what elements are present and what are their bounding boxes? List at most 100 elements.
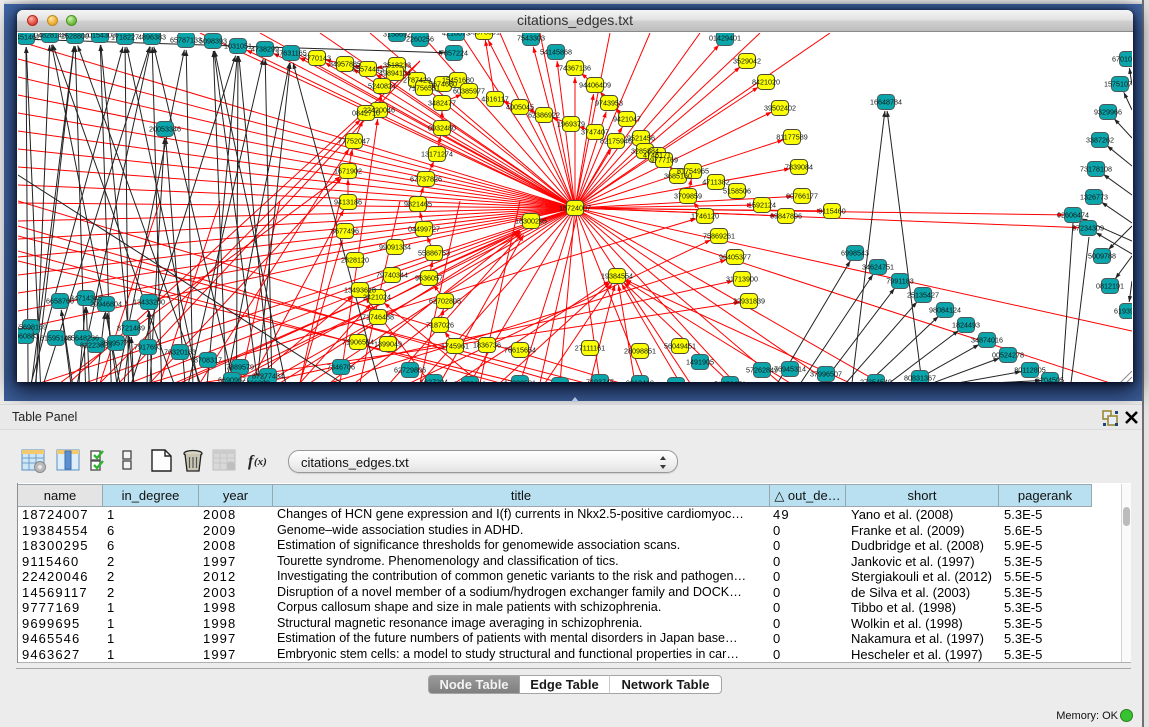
svg-text:0932480: 0932480 bbox=[428, 123, 456, 132]
svg-text:1824493: 1824493 bbox=[952, 320, 980, 329]
svg-text:5009788: 5009788 bbox=[1088, 251, 1116, 260]
svg-text:67737826: 67737826 bbox=[410, 174, 442, 183]
svg-text:9329966: 9329966 bbox=[1094, 107, 1122, 116]
svg-text:3387262: 3387262 bbox=[1086, 135, 1114, 144]
svg-text:(x): (x) bbox=[254, 456, 267, 468]
svg-text:8677496: 8677496 bbox=[331, 226, 359, 235]
svg-text:76945314: 76945314 bbox=[774, 364, 806, 373]
svg-text:54145868: 54145868 bbox=[540, 47, 572, 56]
svg-text:5466889: 5466889 bbox=[242, 378, 270, 382]
svg-text:65787133: 65787133 bbox=[170, 35, 202, 44]
svg-text:18724007: 18724007 bbox=[559, 203, 591, 212]
svg-text:81223623: 81223623 bbox=[80, 340, 112, 349]
svg-text:34874016: 34874016 bbox=[971, 335, 1003, 344]
svg-text:1746120: 1746120 bbox=[691, 211, 719, 220]
svg-text:37631165: 37631165 bbox=[275, 48, 306, 57]
svg-text:04499727: 04499727 bbox=[408, 224, 440, 233]
svg-text:0842710: 0842710 bbox=[352, 108, 380, 117]
svg-text:1326773: 1326773 bbox=[1080, 192, 1108, 201]
svg-text:2421024: 2421024 bbox=[363, 292, 391, 301]
svg-text:73178108: 73178108 bbox=[1080, 164, 1112, 173]
svg-text:13433200: 13433200 bbox=[133, 297, 165, 306]
svg-text:71906594: 71906594 bbox=[342, 337, 374, 346]
svg-text:0812191: 0812191 bbox=[1096, 281, 1124, 290]
svg-text:20053346: 20053346 bbox=[149, 124, 181, 133]
svg-text:53755646: 53755646 bbox=[454, 379, 486, 382]
svg-text:28098851: 28098851 bbox=[624, 346, 656, 355]
svg-text:8708317: 8708317 bbox=[194, 355, 222, 364]
svg-text:9821465: 9821465 bbox=[404, 199, 432, 208]
svg-text:1836736: 1836736 bbox=[473, 340, 501, 349]
svg-text:27111161: 27111161 bbox=[575, 343, 605, 352]
svg-text:9115460: 9115460 bbox=[818, 206, 845, 215]
svg-text:96405377: 96405377 bbox=[719, 252, 751, 261]
svg-text:2328120: 2328120 bbox=[341, 255, 369, 264]
svg-text:15751074: 15751074 bbox=[1104, 79, 1132, 88]
svg-text:32931839: 32931839 bbox=[733, 296, 765, 305]
svg-text:4216073: 4216073 bbox=[442, 33, 470, 37]
svg-text:62702895: 62702895 bbox=[429, 296, 461, 305]
svg-text:4896383: 4896383 bbox=[138, 33, 166, 41]
svg-text:8421020: 8421020 bbox=[752, 77, 780, 86]
svg-text:34714345: 34714345 bbox=[70, 293, 102, 302]
svg-text:02606474: 02606474 bbox=[1057, 210, 1089, 219]
svg-text:6658760: 6658760 bbox=[46, 296, 74, 305]
svg-text:1671902: 1671902 bbox=[334, 166, 362, 175]
svg-text:4060883: 4060883 bbox=[18, 331, 39, 340]
svg-text:9413186: 9413186 bbox=[334, 197, 362, 206]
svg-text:5098393: 5098393 bbox=[199, 36, 227, 45]
svg-text:7346706: 7346706 bbox=[327, 362, 355, 371]
svg-text:98084124: 98084124 bbox=[929, 305, 961, 314]
svg-text:25135427: 25135427 bbox=[907, 290, 939, 299]
svg-text:1718227: 1718227 bbox=[111, 33, 139, 41]
svg-text:00766177: 00766177 bbox=[786, 191, 818, 200]
svg-text:55698169: 55698169 bbox=[18, 322, 47, 331]
svg-text:4316117: 4316117 bbox=[481, 94, 508, 103]
svg-text:86578091: 86578091 bbox=[468, 33, 500, 36]
svg-text:1031051: 1031051 bbox=[224, 41, 252, 50]
svg-text:7889579: 7889579 bbox=[226, 362, 254, 371]
svg-text:77752047: 77752047 bbox=[338, 136, 370, 145]
svg-text:67010651: 67010651 bbox=[1112, 54, 1132, 63]
svg-text:2260256: 2260256 bbox=[406, 34, 434, 43]
svg-text:71746488: 71746488 bbox=[362, 312, 394, 321]
svg-text:31713900: 31713900 bbox=[726, 274, 758, 283]
svg-text:13171274: 13171274 bbox=[421, 149, 453, 158]
svg-text:19384554: 19384554 bbox=[601, 271, 633, 280]
svg-text:9912419: 9912419 bbox=[626, 378, 654, 382]
svg-text:7543303: 7543303 bbox=[517, 33, 545, 42]
svg-text:17080531: 17080531 bbox=[504, 378, 536, 382]
svg-text:55886753: 55886753 bbox=[418, 248, 450, 257]
svg-text:8721489: 8721489 bbox=[117, 323, 145, 332]
svg-text:5158506: 5158506 bbox=[723, 186, 751, 195]
svg-text:1399049: 1399049 bbox=[374, 339, 402, 348]
svg-text:3529042: 3529042 bbox=[733, 56, 761, 65]
svg-text:18300295: 18300295 bbox=[515, 216, 547, 225]
svg-text:0330923: 0330923 bbox=[546, 380, 574, 382]
svg-text:1592124: 1592124 bbox=[748, 200, 776, 209]
svg-text:87234309: 87234309 bbox=[1072, 223, 1104, 232]
svg-text:15451680: 15451680 bbox=[442, 75, 474, 84]
svg-text:34624751: 34624751 bbox=[862, 262, 894, 271]
svg-text:7839084: 7839084 bbox=[785, 162, 813, 171]
svg-text:7187026: 7187026 bbox=[426, 320, 454, 329]
svg-text:76320163: 76320163 bbox=[164, 347, 196, 356]
svg-text:3747407: 3747407 bbox=[581, 127, 609, 136]
svg-text:94406409: 94406409 bbox=[579, 80, 611, 89]
svg-text:75869261: 75869261 bbox=[703, 231, 735, 240]
svg-text:7991183: 7991183 bbox=[886, 276, 913, 285]
svg-text:01429401: 01429401 bbox=[709, 33, 741, 42]
svg-text:4966319: 4966319 bbox=[662, 380, 690, 382]
svg-text:9421047: 9421047 bbox=[613, 114, 641, 123]
svg-text:1745961: 1745961 bbox=[441, 341, 469, 350]
svg-text:1491905: 1491905 bbox=[686, 357, 714, 366]
svg-text:4711382: 4711382 bbox=[702, 177, 729, 186]
svg-text:60385977: 60385977 bbox=[453, 86, 485, 95]
svg-text:69847896: 69847896 bbox=[770, 211, 802, 220]
svg-text:7193745: 7193745 bbox=[586, 377, 614, 382]
svg-text:6204505: 6204505 bbox=[1036, 375, 1064, 382]
svg-text:7917693: 7917693 bbox=[134, 342, 162, 351]
svg-text:9521456: 9521456 bbox=[627, 133, 655, 142]
svg-text:81177589: 81177589 bbox=[776, 132, 807, 141]
svg-text:62729806: 62729806 bbox=[394, 365, 426, 374]
